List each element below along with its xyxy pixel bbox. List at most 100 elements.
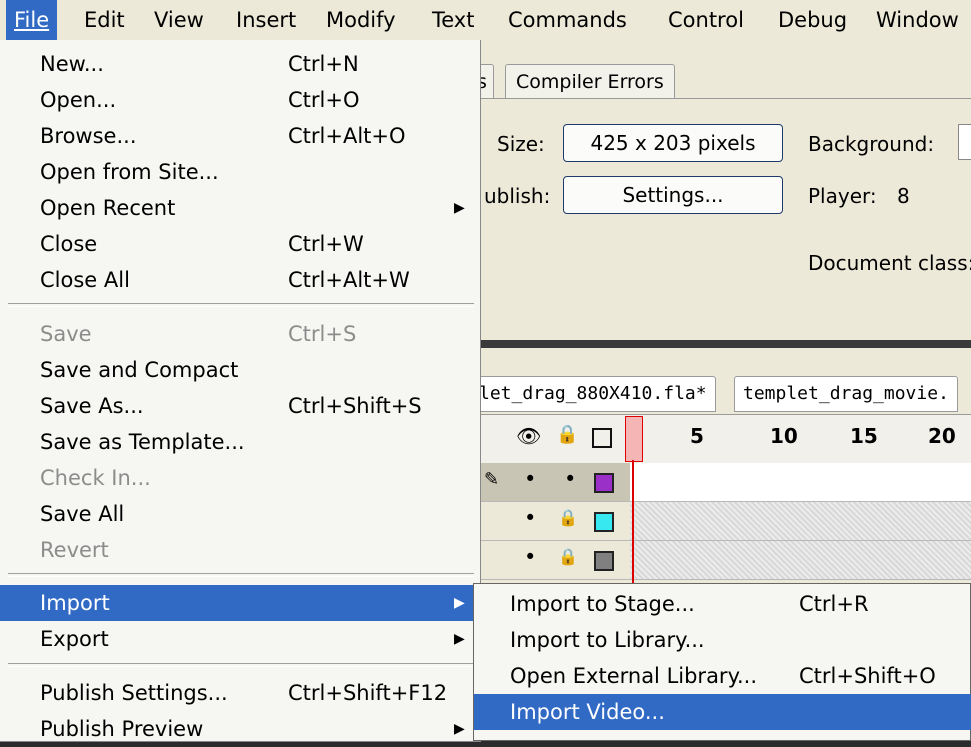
layer-frames[interactable] (630, 502, 971, 540)
playhead[interactable] (625, 416, 643, 462)
lock-icon[interactable]: 🔒 (558, 508, 578, 527)
menu-item-label: Open External Library... (510, 664, 758, 688)
menu-item-label: Open from Site... (40, 160, 219, 184)
menu-item-shortcut: Ctrl+Alt+O (288, 124, 406, 148)
menu-item-label: Import to Library... (510, 628, 705, 652)
menu-item-save-all[interactable]: Save All (0, 496, 480, 532)
doc-tab-drag-fla-label: let_drag_880X410.fla* (479, 383, 707, 404)
menu-item-close[interactable]: Close Ctrl+W (0, 226, 480, 262)
eye-icon[interactable]: 👁 (516, 424, 541, 448)
menu-item-label: Save As... (40, 394, 144, 418)
lock-icon[interactable]: 🔒 (556, 424, 578, 445)
visible-dot-icon[interactable]: • (524, 545, 536, 569)
layer-color-swatch[interactable] (594, 473, 614, 493)
menu-debug[interactable]: Debug (770, 0, 855, 40)
menu-view-label: View (154, 8, 204, 32)
layer-row[interactable]: ✎ • • (480, 463, 971, 502)
menu-modify-label: Modify (326, 8, 396, 32)
menu-item-new[interactable]: New... Ctrl+N (0, 46, 480, 82)
menu-item-open-recent[interactable]: Open Recent ▶ (0, 190, 480, 226)
layer-row[interactable]: • 🔒 (480, 502, 971, 541)
menu-commands[interactable]: Commands (500, 0, 635, 40)
publish-label: ublish: (484, 184, 551, 208)
submenu-item-import-to-library[interactable]: Import to Library... (474, 622, 971, 658)
player-value: 8 (897, 184, 910, 208)
player-label: Player: (808, 184, 877, 208)
pencil-icon: ✎ (484, 469, 500, 490)
outline-icon[interactable] (592, 428, 612, 448)
menu-insert-label: Insert (236, 8, 297, 32)
menu-item-label: Save and Compact (40, 358, 239, 382)
submenu-item-import-video[interactable]: Import Video... (474, 694, 971, 730)
menu-item-label: Publish Settings... (40, 681, 228, 705)
menu-view[interactable]: View (146, 0, 212, 40)
menu-file[interactable]: File (6, 0, 58, 40)
menu-item-label: Check In... (40, 466, 151, 490)
layer-color-swatch[interactable] (594, 551, 614, 571)
menu-commands-label: Commands (508, 8, 627, 32)
frame-number: 10 (770, 424, 798, 448)
background-label: Background: (808, 132, 935, 156)
menu-item-save[interactable]: Save Ctrl+S (0, 316, 480, 352)
menu-text-label: Text (432, 8, 475, 32)
menu-item-save-and-compact[interactable]: Save and Compact (0, 352, 480, 388)
doc-tab-drag-movie-label: templet_drag_movie. (743, 383, 949, 404)
layer-frames[interactable] (630, 463, 971, 501)
menu-item-open[interactable]: Open... Ctrl+O (0, 82, 480, 118)
menu-item-save-as[interactable]: Save As... Ctrl+Shift+S (0, 388, 480, 424)
layer-color-swatch[interactable] (594, 512, 614, 532)
menu-file-label: File (14, 8, 50, 32)
menu-insert[interactable]: Insert (228, 0, 304, 40)
lock-icon[interactable]: 🔒 (558, 547, 578, 566)
menu-text[interactable]: Text (424, 0, 482, 40)
menu-edit[interactable]: Edit (76, 0, 133, 40)
menu-separator (8, 573, 474, 577)
menu-item-shortcut: Ctrl+Shift+F12 (288, 681, 448, 705)
submenu-item-import-to-stage[interactable]: Import to Stage... Ctrl+R (474, 586, 971, 622)
submenu-arrow-icon: ▶ (454, 595, 465, 611)
menu-item-browse[interactable]: Browse... Ctrl+Alt+O (0, 118, 480, 154)
doc-tab-drag-fla[interactable]: let_drag_880X410.fla* (470, 376, 716, 412)
menu-item-import[interactable]: Import ▶ (0, 585, 480, 621)
visible-dot-icon[interactable]: • (524, 506, 536, 530)
background-color-swatch[interactable] (958, 124, 971, 160)
frame-number: 20 (928, 424, 956, 448)
menu-item-open-from-site[interactable]: Open from Site... (0, 154, 480, 190)
menu-item-shortcut: Ctrl+Shift+S (288, 394, 422, 418)
menu-item-label: New... (40, 52, 104, 76)
submenu-arrow-icon: ▶ (454, 631, 465, 647)
submenu-item-open-external-library[interactable]: Open External Library... Ctrl+Shift+O (474, 658, 971, 694)
menu-item-shortcut: Ctrl+S (288, 322, 357, 346)
lock-dot-icon[interactable]: • (564, 467, 576, 491)
menu-item-label: Save as Template... (40, 430, 245, 454)
menu-control[interactable]: Control (660, 0, 752, 40)
menu-item-label: Close (40, 232, 98, 256)
menu-item-label: Close All (40, 268, 130, 292)
visible-dot-icon[interactable]: • (524, 467, 536, 491)
layer-row[interactable]: • 🔒 (480, 541, 971, 580)
menu-item-publish-settings[interactable]: Publish Settings... Ctrl+Shift+F12 (0, 675, 480, 711)
menu-item-label: Save All (40, 502, 125, 526)
menu-item-revert[interactable]: Revert (0, 532, 480, 568)
menu-item-close-all[interactable]: Close All Ctrl+Alt+W (0, 262, 480, 298)
file-menu: New... Ctrl+N Open... Ctrl+O Browse... C… (0, 40, 481, 742)
frame-number: 5 (690, 424, 704, 448)
menu-separator (8, 663, 474, 667)
frame-number: 15 (850, 424, 878, 448)
menu-modify[interactable]: Modify (318, 0, 404, 40)
menu-control-label: Control (668, 8, 744, 32)
menu-item-label: Import Video... (510, 700, 665, 724)
menu-window[interactable]: Window (868, 0, 967, 40)
menu-item-publish-preview[interactable]: Publish Preview ▶ (0, 711, 480, 747)
menu-item-export[interactable]: Export ▶ (0, 621, 480, 657)
tab-compiler-errors-label: Compiler Errors (516, 71, 664, 93)
menu-item-check-in[interactable]: Check In... (0, 460, 480, 496)
layer-frames[interactable] (630, 541, 971, 579)
menu-edit-label: Edit (84, 8, 125, 32)
menu-window-label: Window (876, 8, 959, 32)
settings-button[interactable]: Settings... (563, 176, 783, 214)
menu-item-save-as-template[interactable]: Save as Template... (0, 424, 480, 460)
doc-tab-drag-movie[interactable]: templet_drag_movie. (734, 376, 958, 412)
size-button[interactable]: 425 x 203 pixels (563, 124, 783, 162)
tab-compiler-errors[interactable]: Compiler Errors (505, 64, 675, 99)
